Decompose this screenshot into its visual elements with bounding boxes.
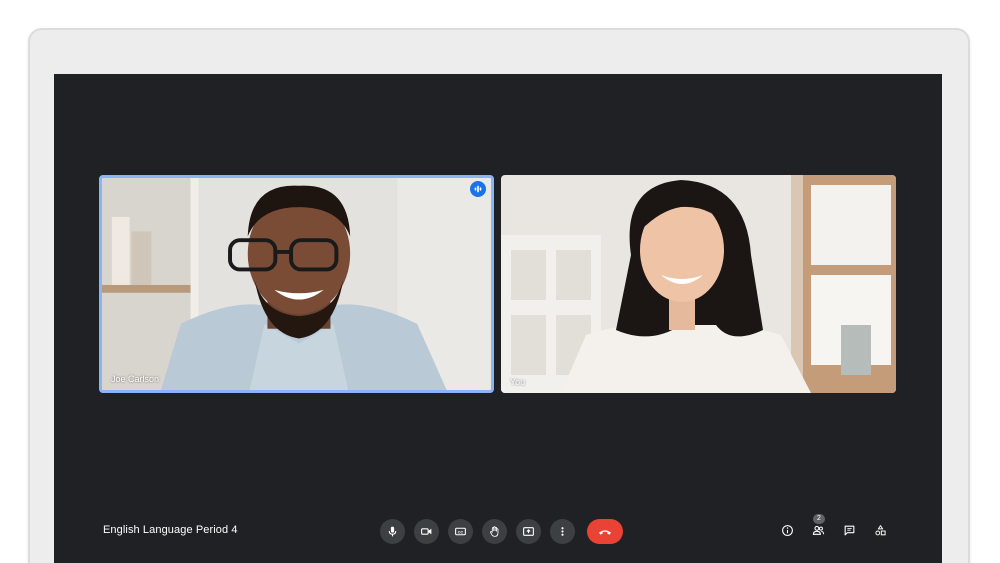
meeting-title: English Language Period 4 xyxy=(103,524,238,536)
speaking-indicator-icon xyxy=(470,181,486,197)
participant-name: You xyxy=(510,377,526,387)
people-count-badge: 2 xyxy=(813,514,825,524)
camera-icon xyxy=(421,528,432,535)
chat-button[interactable] xyxy=(842,523,856,537)
participant-name: Joe Carlson xyxy=(111,374,160,384)
side-controls: 2 xyxy=(780,514,887,537)
svg-text:CC: CC xyxy=(458,530,464,534)
call-controls: CC xyxy=(380,519,623,544)
participant-video xyxy=(102,178,491,390)
raise-hand-button[interactable] xyxy=(482,519,507,544)
mic-button[interactable] xyxy=(380,519,405,544)
more-options-button[interactable] xyxy=(550,519,575,544)
present-screen-icon xyxy=(523,527,534,536)
info-icon xyxy=(781,524,793,536)
present-button[interactable] xyxy=(516,519,541,544)
activities-button[interactable] xyxy=(873,523,887,537)
meeting-screen: Joe Carlson You English Language Period … xyxy=(54,74,942,563)
participant-tile-you[interactable]: You xyxy=(501,175,896,393)
chat-icon xyxy=(844,525,854,535)
hangup-button[interactable] xyxy=(587,519,623,544)
mic-icon xyxy=(388,526,397,537)
camera-button[interactable] xyxy=(414,519,439,544)
people-button[interactable]: 2 xyxy=(811,514,825,537)
hangup-icon xyxy=(599,529,611,535)
more-options-icon xyxy=(561,527,564,536)
captions-icon: CC xyxy=(455,527,466,536)
self-video xyxy=(501,175,896,393)
captions-button[interactable]: CC xyxy=(448,519,473,544)
participant-tile-joe[interactable]: Joe Carlson xyxy=(99,175,494,393)
people-icon xyxy=(812,525,824,535)
raise-hand-icon xyxy=(490,526,499,537)
info-button[interactable] xyxy=(780,523,794,537)
activities-icon xyxy=(874,524,886,535)
